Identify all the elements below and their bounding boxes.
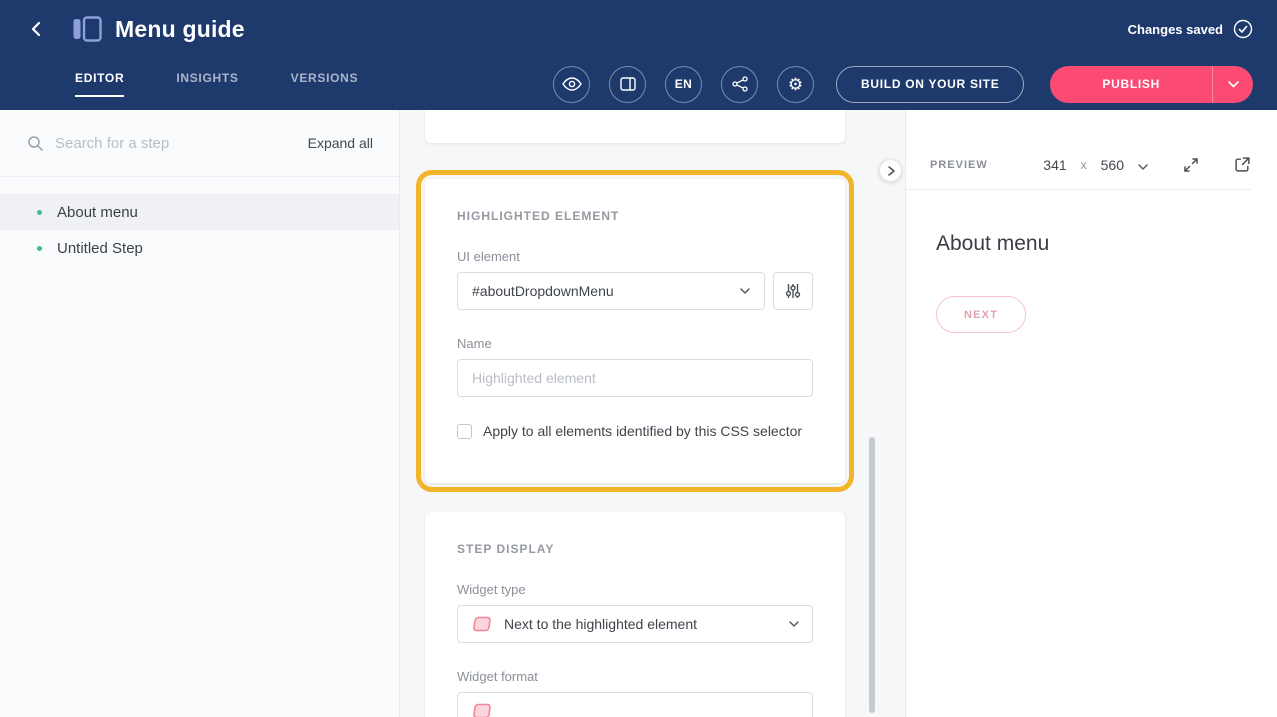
step-item-untitled[interactable]: Untitled Step [0, 230, 399, 266]
steps-sidebar: Expand all About menu Untitled Step [0, 110, 400, 717]
language-button[interactable]: EN [665, 66, 702, 103]
element-picker-button[interactable] [773, 272, 813, 310]
preview-open-button[interactable] [1234, 156, 1251, 173]
step-display-section-title: STEP DISPLAY [457, 542, 813, 556]
step-search-input[interactable] [55, 135, 296, 152]
highlighted-element-section-title: HIGHLIGHTED ELEMENT [457, 209, 813, 223]
app-logo-icon [72, 16, 102, 42]
chevron-down-icon [789, 621, 799, 627]
editor-scrollbar[interactable] [869, 437, 875, 713]
element-name-input[interactable] [457, 359, 813, 397]
changes-saved-status: Changes saved [1128, 22, 1223, 37]
preview-height-value: 560 [1101, 157, 1124, 173]
eye-icon [562, 77, 582, 91]
widget-type-select[interactable]: Next to the highlighted element [457, 605, 813, 643]
step-label: About menu [57, 204, 138, 221]
chevron-down-icon [1138, 157, 1148, 173]
chevron-right-icon [886, 166, 896, 176]
settings-button[interactable]: ⚙ [777, 66, 814, 103]
preview-panel: PREVIEW 341 x 560 About menu [905, 110, 1277, 717]
tab-insights[interactable]: INSIGHTS [176, 71, 238, 97]
expand-all-link[interactable]: Expand all [308, 135, 373, 151]
app-window: Menu guide Changes saved EDITOR INSIGHTS… [0, 0, 1277, 717]
tab-versions[interactable]: VERSIONS [291, 71, 359, 97]
tooltip-widget-icon [471, 703, 491, 717]
tab-editor[interactable]: EDITOR [75, 71, 124, 97]
step-label: Untitled Step [57, 240, 143, 257]
preview-body: About menu NEXT [906, 190, 1277, 333]
widget-format-select[interactable] [457, 692, 813, 717]
widget-type-label: Widget type [457, 582, 813, 597]
check-circle-icon [1233, 19, 1253, 39]
preview-step-title: About menu [936, 232, 1277, 256]
gear-icon: ⚙ [788, 76, 803, 93]
tooltip-widget-icon [471, 616, 491, 633]
preview-width-value: 341 [1043, 157, 1066, 173]
step-bullet-icon [37, 210, 42, 215]
highlighted-element-card: HIGHLIGHTED ELEMENT UI element #aboutDro… [425, 179, 845, 483]
preview-size-select[interactable]: 341 x 560 [1043, 157, 1148, 173]
layout-panel-icon [620, 77, 636, 91]
preview-expand-button[interactable] [1182, 156, 1200, 174]
preview-label: PREVIEW [930, 159, 988, 171]
sliders-icon [785, 283, 801, 299]
language-label: EN [675, 77, 692, 91]
chevron-down-icon [740, 288, 750, 294]
previous-settings-card [425, 110, 845, 143]
apply-all-row: Apply to all elements identified by this… [457, 423, 813, 439]
step-item-about-menu[interactable]: About menu [0, 194, 399, 230]
ui-element-select[interactable]: #aboutDropdownMenu [457, 272, 765, 310]
size-separator: x [1081, 158, 1087, 172]
app-body: Expand all About menu Untitled Step HIGH… [0, 110, 1277, 717]
chevron-down-icon [1228, 81, 1239, 88]
header-row-tabs: EDITOR INSIGHTS VERSIONS EN ⚙ BUILD ON Y… [0, 58, 1277, 110]
header-row-main: Menu guide Changes saved [0, 0, 1277, 58]
preview-header: PREVIEW 341 x 560 [906, 140, 1251, 190]
collapse-preview-button[interactable] [879, 159, 902, 182]
external-link-icon [1234, 156, 1251, 173]
step-list: About menu Untitled Step [0, 177, 399, 266]
ui-element-row: #aboutDropdownMenu [457, 272, 813, 310]
ui-element-value: #aboutDropdownMenu [472, 283, 614, 299]
step-display-card: STEP DISPLAY Widget type Next to the hig… [425, 512, 845, 717]
share-button[interactable] [721, 66, 758, 103]
widget-format-label: Widget format [457, 669, 813, 684]
publish-button[interactable]: PUBLISH [1050, 66, 1212, 103]
step-search-row: Expand all [0, 110, 399, 177]
preview-eye-button[interactable] [553, 66, 590, 103]
expand-arrows-icon [1182, 156, 1200, 174]
search-icon [27, 135, 43, 151]
preview-next-button[interactable]: NEXT [936, 296, 1026, 333]
widget-type-value: Next to the highlighted element [504, 616, 697, 632]
layout-panel-button[interactable] [609, 66, 646, 103]
ui-element-label: UI element [457, 249, 813, 264]
top-header: Menu guide Changes saved EDITOR INSIGHTS… [0, 0, 1277, 110]
apply-all-label: Apply to all elements identified by this… [483, 423, 802, 439]
chevron-left-icon [28, 20, 46, 38]
step-editor-pane: HIGHLIGHTED ELEMENT UI element #aboutDro… [400, 110, 905, 717]
element-name-label: Name [457, 336, 813, 351]
share-icon [732, 76, 748, 92]
build-on-site-button[interactable]: BUILD ON YOUR SITE [836, 66, 1024, 103]
publish-button-group: PUBLISH [1050, 66, 1253, 103]
highlighted-section-ring: HIGHLIGHTED ELEMENT UI element #aboutDro… [416, 170, 854, 492]
back-button[interactable] [24, 16, 50, 42]
step-bullet-icon [37, 246, 42, 251]
apply-all-checkbox[interactable] [457, 424, 472, 439]
publish-dropdown-button[interactable] [1212, 66, 1253, 103]
guide-title: Menu guide [115, 16, 245, 43]
